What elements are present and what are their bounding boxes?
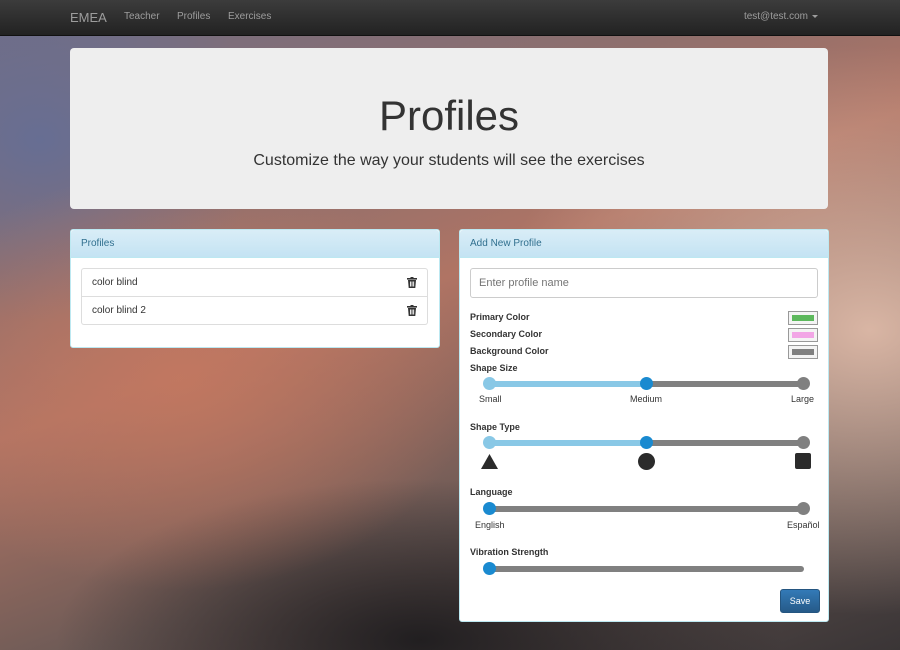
language-option-espanol: Español bbox=[787, 520, 820, 530]
shape-type-tick-triangle[interactable] bbox=[483, 436, 496, 449]
top-navbar: EMEA Teacher Profiles Exercises test@tes… bbox=[0, 0, 900, 36]
shape-type-label: Shape Type bbox=[470, 422, 520, 432]
shape-type-tick-square[interactable] bbox=[797, 436, 810, 449]
shape-size-option-medium: Medium bbox=[630, 394, 663, 404]
language-slider[interactable] bbox=[490, 506, 804, 512]
circle-icon bbox=[638, 453, 655, 470]
profile-name: color blind 2 bbox=[92, 305, 146, 316]
shape-size-option-small: Small bbox=[479, 394, 502, 404]
nav-link-profiles[interactable]: Profiles bbox=[177, 11, 210, 22]
nav-link-exercises[interactable]: Exercises bbox=[228, 11, 271, 22]
secondary-color-swatch bbox=[792, 332, 814, 338]
primary-color-swatch bbox=[792, 315, 814, 321]
user-menu[interactable]: test@test.com bbox=[744, 11, 818, 22]
user-email: test@test.com bbox=[743, 11, 808, 22]
square-icon bbox=[795, 453, 811, 469]
shape-type-slider-fill bbox=[490, 440, 647, 446]
page-title: Profiles bbox=[378, 92, 520, 139]
vibration-strength-slider[interactable] bbox=[490, 566, 804, 572]
profiles-list: color blind color blind 2 bbox=[81, 268, 428, 325]
profile-name-input[interactable] bbox=[470, 268, 818, 298]
profiles-panel: Profiles color blind color blind 2 bbox=[70, 229, 440, 348]
background-color-swatch bbox=[792, 349, 814, 355]
background-color-label: Background Color bbox=[470, 346, 549, 356]
triangle-icon bbox=[481, 454, 498, 469]
shape-size-tick-large[interactable] bbox=[797, 377, 810, 390]
caret-down-icon bbox=[812, 14, 818, 18]
shape-size-slider-fill bbox=[490, 381, 647, 387]
list-item[interactable]: color blind bbox=[81, 268, 428, 297]
language-option-english: English bbox=[475, 520, 505, 530]
language-label: Language bbox=[470, 487, 513, 497]
shape-type-slider-handle[interactable] bbox=[640, 436, 653, 449]
add-profile-panel: Add New Profile Primary Color Secondary … bbox=[459, 229, 829, 622]
shape-size-option-large: Large bbox=[791, 394, 815, 404]
add-profile-panel-heading: Add New Profile bbox=[460, 230, 828, 258]
language-slider-handle[interactable] bbox=[483, 502, 496, 515]
page-subtitle: Customize the way your students will see… bbox=[253, 152, 645, 169]
nav-link-teacher[interactable]: Teacher bbox=[124, 11, 160, 22]
shape-size-label: Shape Size bbox=[470, 363, 518, 373]
primary-color-picker[interactable] bbox=[788, 311, 818, 325]
trash-icon[interactable] bbox=[407, 277, 417, 288]
save-button[interactable]: Save bbox=[780, 589, 820, 613]
secondary-color-picker[interactable] bbox=[788, 328, 818, 342]
profiles-panel-heading: Profiles bbox=[71, 230, 439, 258]
list-item[interactable]: color blind 2 bbox=[81, 297, 428, 325]
background-color-picker[interactable] bbox=[788, 345, 818, 359]
vibration-strength-label: Vibration Strength bbox=[470, 547, 549, 557]
brand-link[interactable]: EMEA bbox=[70, 10, 107, 25]
page-header: Profiles Customize the way your students… bbox=[70, 48, 828, 209]
profile-name: color blind bbox=[92, 277, 138, 288]
secondary-color-label: Secondary Color bbox=[470, 329, 543, 339]
vibration-strength-slider-handle[interactable] bbox=[483, 562, 496, 575]
shape-size-tick-small[interactable] bbox=[483, 377, 496, 390]
primary-color-label: Primary Color bbox=[470, 312, 530, 322]
shape-size-slider-handle[interactable] bbox=[640, 377, 653, 390]
language-tick-espanol[interactable] bbox=[797, 502, 810, 515]
trash-icon[interactable] bbox=[407, 305, 417, 316]
